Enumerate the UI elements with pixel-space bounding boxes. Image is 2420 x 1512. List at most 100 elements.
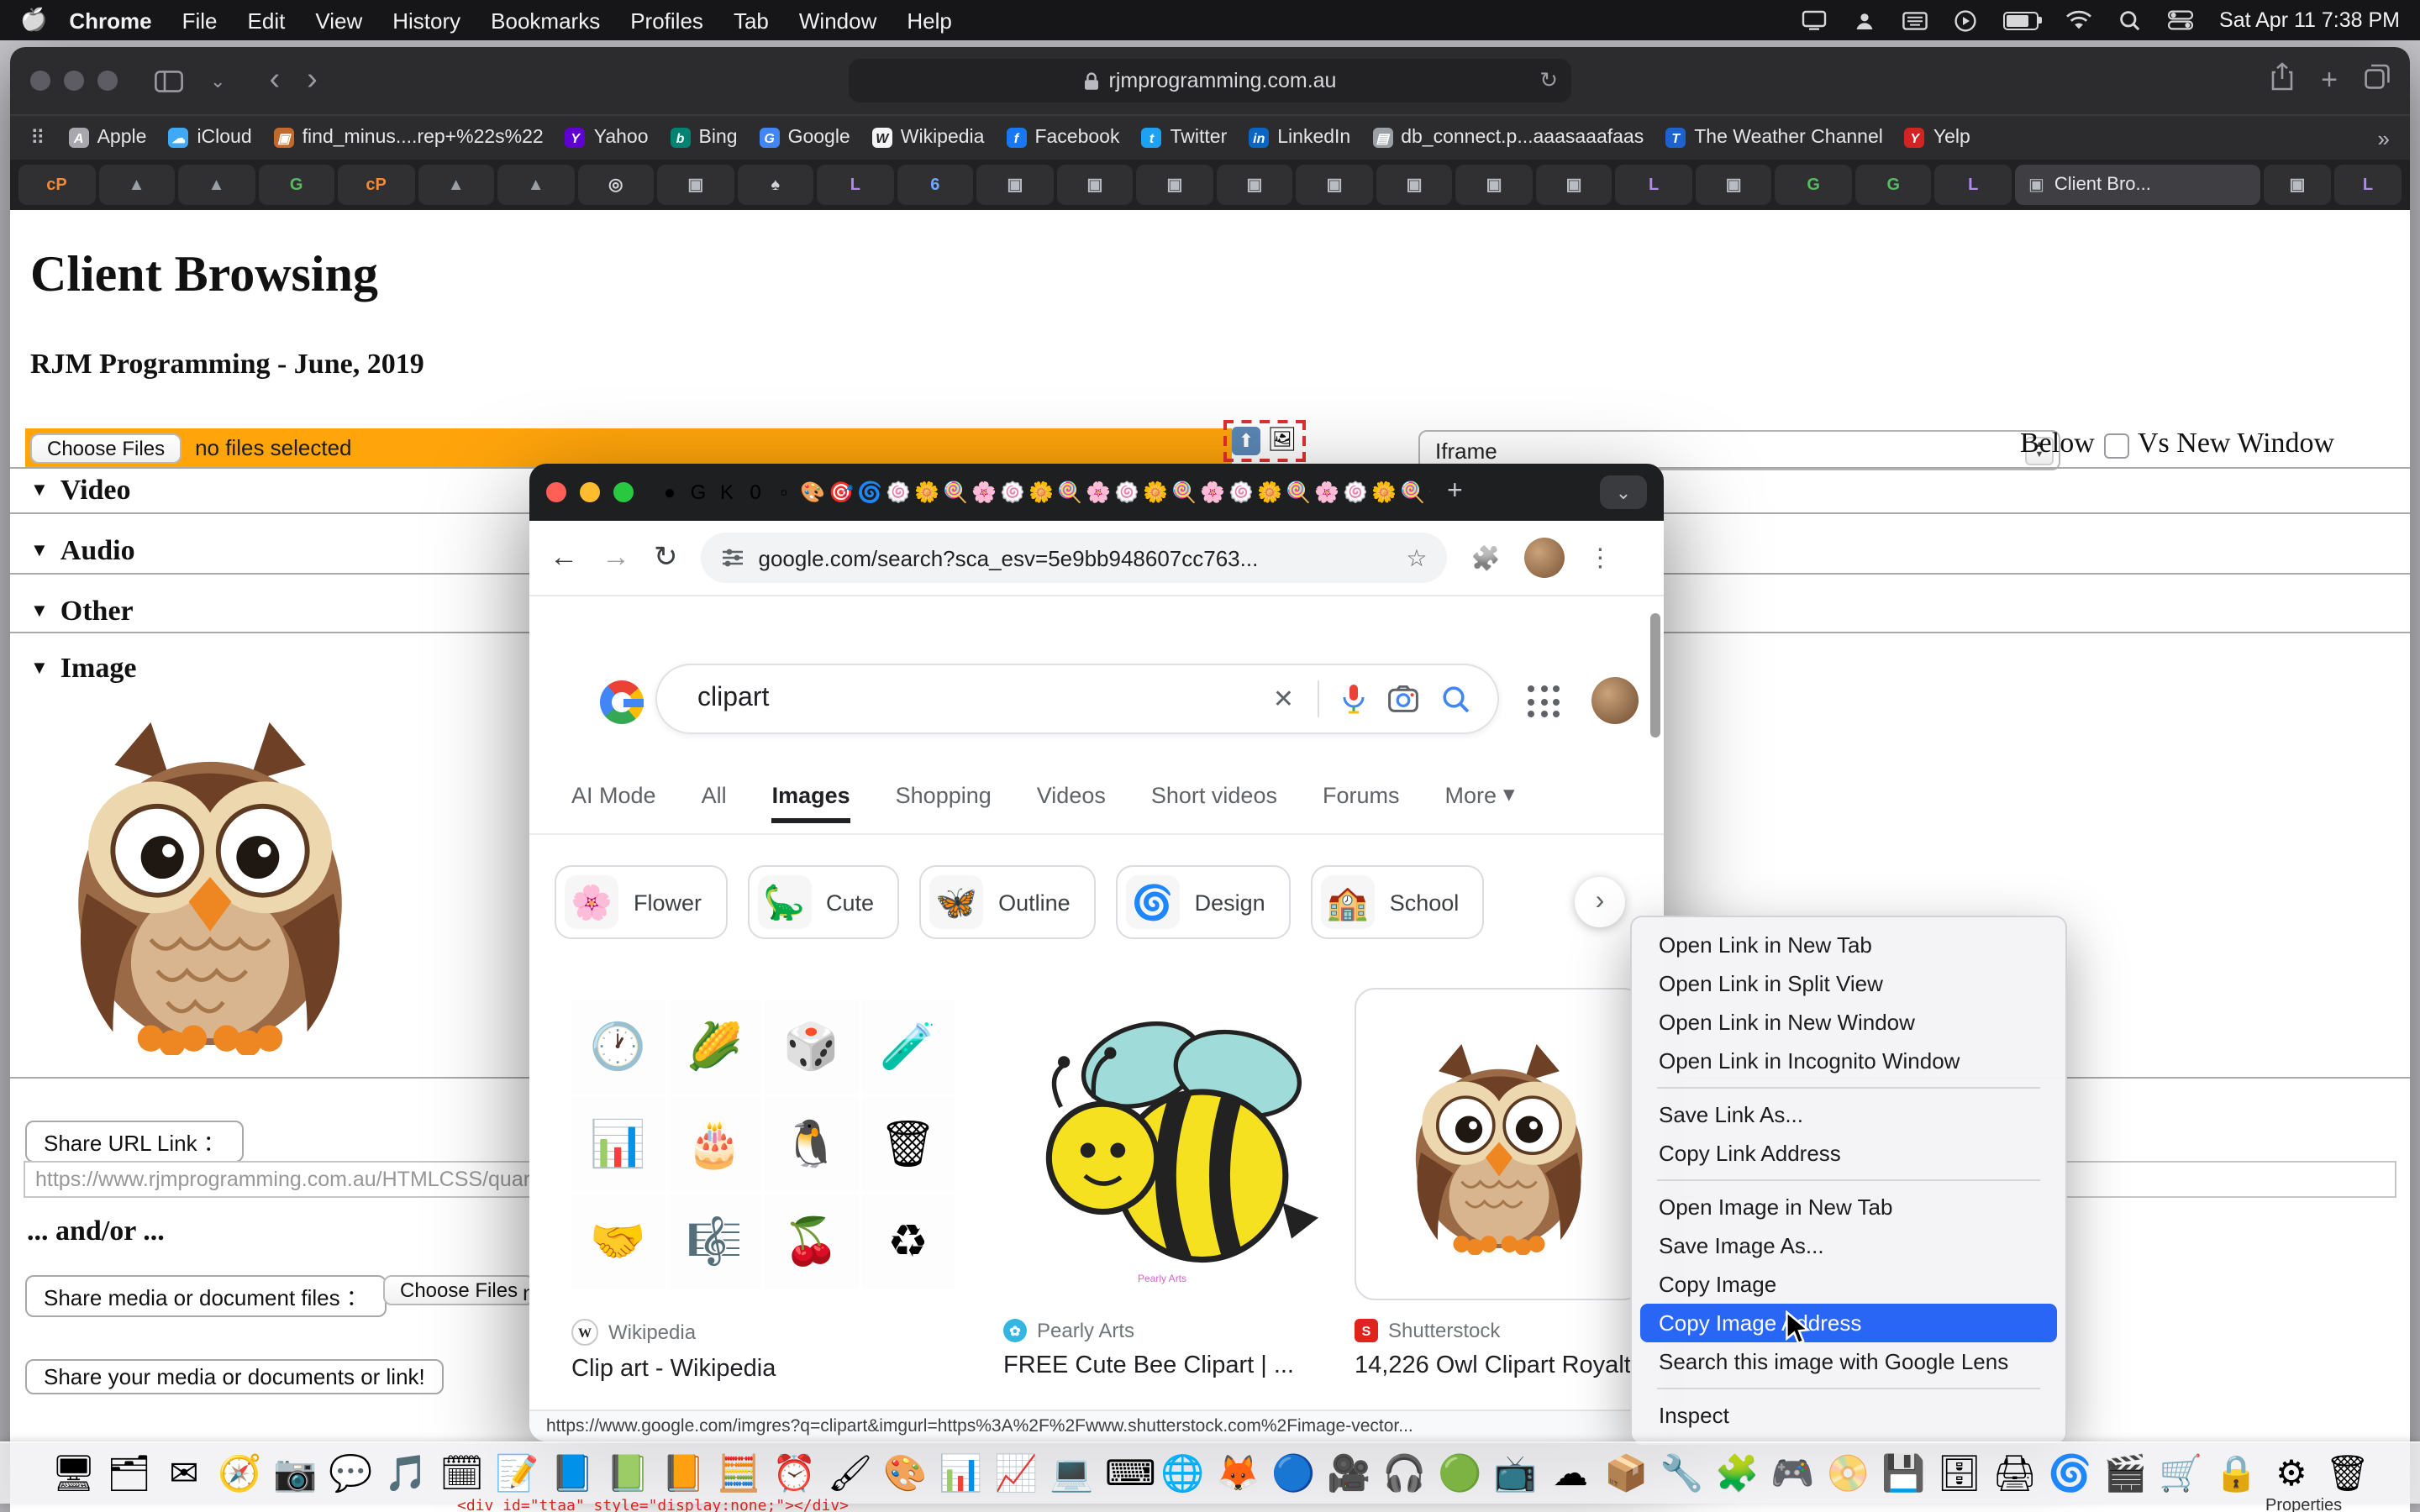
section-other[interactable]: ▼ Other (30, 595, 134, 628)
dock-app-icon[interactable]: ⚙ (2270, 1456, 2313, 1491)
dock-app-icon[interactable]: 🗂 (107, 1456, 150, 1491)
google-search-box[interactable]: clipart ✕ (655, 664, 1499, 734)
context-menu-item[interactable]: Copy Image (1640, 1265, 2057, 1304)
dock-app-icon[interactable]: 🛒 (2159, 1456, 2202, 1491)
dock-app-icon[interactable]: 🗄 (1937, 1456, 1981, 1491)
browser-tab[interactable]: ▲ (98, 165, 175, 205)
browser-tab[interactable]: 🌼 (1257, 480, 1282, 504)
tab-short-videos[interactable]: Short videos (1151, 783, 1277, 823)
chip-school[interactable]: 🏫 School (1311, 865, 1485, 939)
dock-app-icon[interactable]: 🎧 (1382, 1456, 1426, 1491)
browser-tab[interactable]: G (686, 480, 711, 504)
dock-app-icon[interactable]: 🧮 (717, 1456, 760, 1491)
browser-tab[interactable]: 🌸 (1314, 480, 1339, 504)
browser-tab[interactable]: ▫ (771, 480, 797, 504)
context-menu-item[interactable]: Open Image in New Tab (1640, 1188, 2057, 1226)
menubar-item[interactable]: Profiles (615, 8, 718, 33)
menubar-item[interactable]: History (377, 8, 476, 33)
browser-tab[interactable]: 6 (897, 165, 973, 205)
dock-app-icon[interactable]: 📀 (1826, 1456, 1870, 1491)
now-playing-icon[interactable] (1954, 9, 1975, 31)
browser-tab[interactable]: K (714, 480, 739, 504)
share-media-files-button[interactable]: Share media or document files ： (25, 1275, 387, 1317)
chips-scroll-right-button[interactable]: › (1575, 877, 1625, 927)
new-tab-icon[interactable]: + (2321, 64, 2338, 97)
image-icon[interactable]: 🖼 (1267, 429, 1297, 453)
dock-app-icon[interactable]: 🎵 (384, 1456, 428, 1491)
browser-tab[interactable]: ▣ (1696, 165, 1772, 205)
browser-tab[interactable]: L (1616, 165, 1692, 205)
dock-app-icon[interactable]: 📷 (273, 1456, 317, 1491)
browser-tab[interactable]: ◎ (577, 165, 654, 205)
dock-app-icon[interactable]: 📗 (606, 1456, 650, 1491)
dock-app-icon[interactable]: ✉ (162, 1456, 206, 1491)
keyboard-icon[interactable] (1902, 11, 1927, 29)
context-menu-item[interactable]: Open Link in New Tab (1640, 926, 2057, 964)
tab-forums[interactable]: Forums (1323, 783, 1400, 823)
dock-app-icon[interactable]: 🎥 (1327, 1456, 1370, 1491)
context-menu-item[interactable]: Search this image with Google Lens (1640, 1342, 2057, 1381)
chrome-menu-icon[interactable]: ⋮ (1587, 543, 1612, 573)
browser-tab[interactable]: 🍥 (1114, 480, 1139, 504)
browser-tab[interactable]: ▣ (1297, 165, 1373, 205)
context-menu-item[interactable]: Open Link in Incognito Window (1640, 1042, 2057, 1080)
reload-icon[interactable]: ↻ (1539, 67, 1558, 94)
share-url-link-button[interactable]: Share URL Link ： (25, 1121, 244, 1163)
menubar-clock[interactable]: Sat Apr 11 7:38 PM (2219, 8, 2400, 32)
browser-tab[interactable]: ▣ (2264, 165, 2331, 205)
zoom-window-button[interactable] (97, 71, 118, 91)
browser-tab[interactable]: cP (18, 165, 95, 205)
close-window-button[interactable] (30, 71, 50, 91)
browser-tab[interactable]: ▣ (1216, 165, 1292, 205)
dock-app-icon[interactable]: ⌨ (1105, 1456, 1149, 1491)
menubar-item[interactable]: Help (892, 8, 967, 33)
section-video[interactable]: ▼ Video (30, 474, 131, 507)
extensions-icon[interactable]: 🧩 (1471, 543, 1501, 572)
dock-app-icon[interactable]: 🗑 (2325, 1456, 2369, 1491)
bookmark-item[interactable]: b Bing (671, 128, 738, 148)
result-caption[interactable]: ✿Pearly Arts FREE Cute Bee Clipart | ... (1003, 1319, 1344, 1379)
browser-tab[interactable]: 🍭 (1057, 480, 1082, 504)
chip-flower[interactable]: 🌸 Flower (555, 865, 727, 939)
favorites-grid-icon[interactable]: ⠿ (30, 126, 47, 150)
choose-files-button-2[interactable]: Choose Files (383, 1275, 534, 1305)
new-tab-button[interactable]: + (1447, 477, 1463, 507)
browser-tab[interactable]: 🍭 (943, 480, 968, 504)
browser-tab[interactable]: 🌸 (971, 480, 997, 504)
owl-clipart-image[interactable] (34, 692, 387, 1068)
bookmark-item[interactable]: ▣ find_minus....rep+%22s%22 (274, 128, 544, 148)
dock-app-icon[interactable]: 🌀 (2048, 1456, 2091, 1491)
browser-tab[interactable]: 🍭 (1400, 480, 1425, 504)
section-audio[interactable]: ▼ Audio (30, 534, 135, 568)
forward-button[interactable]: › (307, 62, 318, 99)
dock-app-icon[interactable]: 📊 (939, 1456, 982, 1491)
scrollbar-thumb[interactable] (1650, 613, 1660, 738)
browser-tab[interactable]: ▣ (1536, 165, 1612, 205)
bookmark-item[interactable]: ☁ iCloud (168, 128, 251, 148)
browser-tab[interactable]: 🍥 (1343, 480, 1368, 504)
browser-tab[interactable]: 🌼 (1371, 480, 1397, 504)
result-title[interactable]: FREE Cute Bee Clipart | ... (1003, 1352, 1344, 1379)
context-menu-item[interactable]: Open Link in Split View (1640, 964, 2057, 1003)
dock-app-icon[interactable]: ☁ (1549, 1456, 1592, 1491)
forward-button[interactable]: → (602, 541, 630, 575)
dock-app-icon[interactable]: 🎨 (883, 1456, 927, 1491)
context-menu-item[interactable]: Save Link As... (1640, 1095, 2057, 1134)
chip-design[interactable]: 🌀 Design (1116, 865, 1291, 939)
dock-app-icon[interactable]: 🖨 (1992, 1456, 2036, 1491)
share-icon[interactable] (2270, 62, 2294, 99)
dock-app-icon[interactable]: 🧭 (218, 1456, 261, 1491)
browser-tab[interactable]: ▲ (178, 165, 255, 205)
dock-app-icon[interactable]: 💬 (329, 1456, 372, 1491)
browser-tab[interactable]: 🍥 (1000, 480, 1025, 504)
dock-app-icon[interactable]: 🎬 (2103, 1456, 2147, 1491)
menubar-item[interactable]: File (167, 8, 233, 33)
dock-app-icon[interactable]: 🗓 (439, 1456, 483, 1491)
google-logo[interactable] (600, 680, 644, 724)
dock-app-icon[interactable]: 📦 (1604, 1456, 1648, 1491)
search-icon[interactable] (1442, 685, 1470, 713)
browser-tab[interactable]: 🌼 (1028, 480, 1054, 504)
profile-avatar[interactable] (1523, 538, 1564, 578)
minimize-window-button[interactable] (580, 482, 600, 502)
browser-tab[interactable]: ▣ (1136, 165, 1213, 205)
